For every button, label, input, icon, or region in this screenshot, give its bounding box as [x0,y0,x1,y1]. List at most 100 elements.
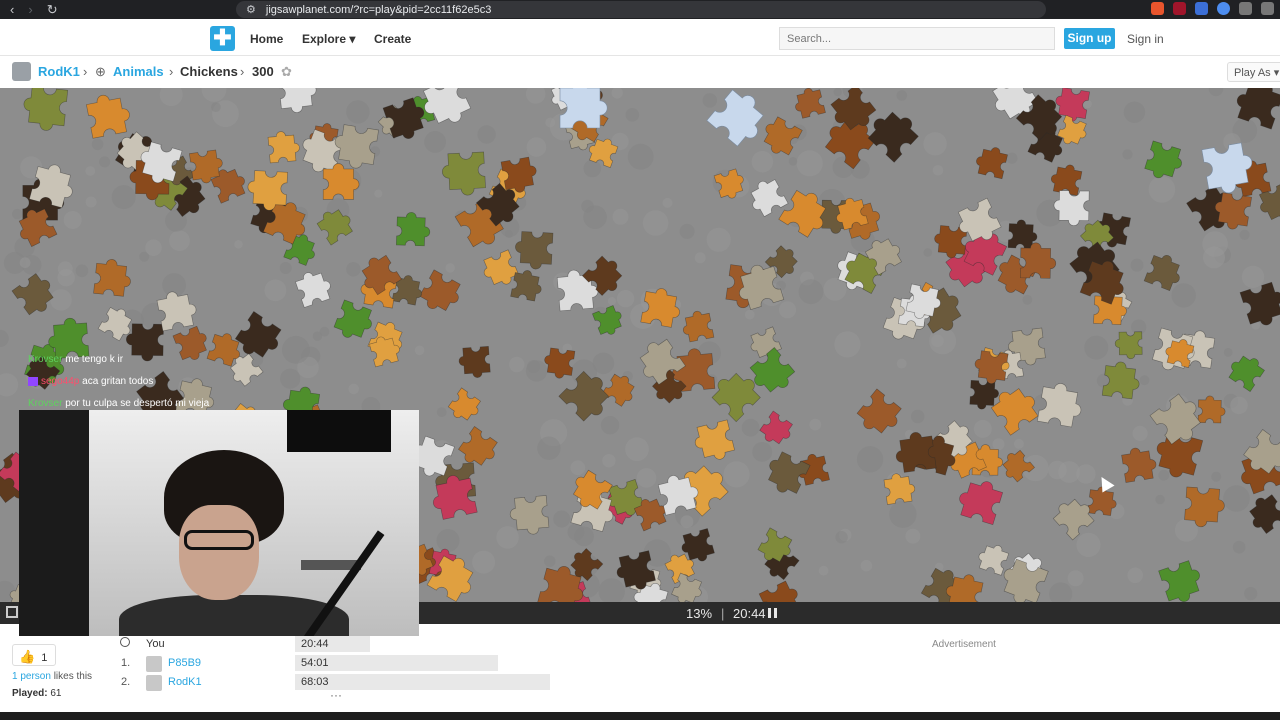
player-time: 68:03 [301,676,329,688]
puzzle-piece[interactable] [758,579,805,602]
player-avatar [146,675,162,691]
puzzle-piece[interactable] [1114,331,1143,360]
puzzle-piece[interactable] [458,346,491,378]
puzzle-piece[interactable] [955,475,1004,526]
brave-shield-icon[interactable] [1151,2,1164,15]
puzzle-piece[interactable] [1239,280,1280,329]
likes-text: 1 person likes this [12,671,92,682]
puzzle-piece[interactable] [446,387,484,426]
chat-text: aca gritan todos [82,376,154,387]
puzzle-piece[interactable] [1197,395,1226,424]
puzzle-piece[interactable] [267,130,301,164]
player-name[interactable]: RodK1 [168,676,202,688]
puzzle-piece[interactable] [294,267,335,308]
puzzle-piece[interactable] [1050,492,1098,541]
puzzle-piece[interactable] [1020,242,1057,279]
nav-explore[interactable]: Explore ▾ [302,32,355,46]
rank: 2. [121,676,131,688]
more-scores-button[interactable]: ··· [330,688,342,702]
puzzle-ext-icon[interactable] [1239,2,1252,15]
puzzle-piece[interactable] [854,388,906,441]
puzzle-piece[interactable] [247,170,288,211]
rewards-icon[interactable] [1173,2,1186,15]
puzzle-piece[interactable] [601,371,640,409]
chat-message: Krovser me tengo k ir [28,349,209,371]
puzzle-piece[interactable] [542,347,576,380]
breadcrumb-separator: › [83,64,88,79]
breadcrumb-separator: › [169,64,174,79]
breadcrumb-user[interactable]: RodK1 [38,64,80,79]
preview-toggle-icon[interactable] [6,606,18,618]
puzzle-piece[interactable] [510,268,545,302]
media-icon[interactable] [1261,2,1274,15]
puzzle-piece[interactable] [396,212,431,247]
chat-message: sego44p aca gritan todos [28,371,209,393]
puzzle-piece[interactable] [332,299,376,344]
played-label: Played: [12,688,48,699]
puzzle-piece[interactable] [1225,350,1267,393]
puzzle-piece[interactable] [322,163,360,200]
puzzle-piece[interactable] [514,231,554,270]
likes-people-link[interactable]: 1 person [12,671,51,682]
pause-icon[interactable] [768,608,777,618]
taskbar-strip [0,712,1280,720]
breadcrumb-category[interactable]: Animals [113,64,164,79]
reload-icon[interactable]: ↻ [47,0,58,19]
breadcrumb-puzzle: Chickens [180,64,238,79]
puzzle-piece[interactable] [792,88,826,119]
puzzle-piece[interactable] [744,175,789,219]
puzzle-piece[interactable] [974,144,1009,180]
profile-ext-icon[interactable] [1217,2,1230,15]
thumbs-up-icon: 👍 [19,649,36,664]
like-button[interactable]: 👍 1 [12,644,56,666]
rank: 1. [121,657,131,669]
signin-link[interactable]: Sign in [1127,32,1164,46]
puzzle-piece[interactable] [975,541,1010,576]
puzzle-piece[interactable] [706,88,773,151]
user-avatar[interactable] [12,62,31,81]
puzzle-piece[interactable] [85,91,132,139]
puzzle-piece[interactable] [680,309,715,343]
twitch-badge-icon [28,376,38,386]
nav-create[interactable]: Create [374,32,411,46]
you-time: 20:44 [301,638,329,650]
forward-icon[interactable]: › [28,0,32,19]
search-input[interactable] [779,27,1055,50]
puzzle-piece[interactable] [692,419,736,464]
puzzle-piece[interactable] [559,88,608,129]
puzzle-piece[interactable] [441,151,486,196]
puzzle-piece[interactable] [1158,559,1207,602]
leaderboard-row: 1. P85B9 54:01 [118,655,558,673]
elapsed-time: 20:44 [733,606,766,621]
breadcrumb-separator: › [240,64,245,79]
chat-text: me tengo k ir [65,354,124,365]
signup-button[interactable]: Sign up [1064,28,1115,49]
puzzle-piece[interactable] [93,258,133,297]
progress-percent: 13% [686,606,713,621]
clock-icon [120,637,130,647]
player-name[interactable]: P85B9 [168,657,201,669]
puzzle-piece[interactable] [417,269,465,318]
puzzle-piece[interactable] [21,88,69,132]
status-separator: | [721,606,725,621]
url-text: jigsawplanet.com/?rc=play&pid=2cc11f62e5… [265,3,492,16]
chat-text: por tu culpa se despertó mi vieja [65,398,210,409]
you-label: You [146,638,165,650]
piece-count: 300 [252,64,274,79]
breadcrumb: RodK1 › ⊕ Animals › Chickens › 300 ✿ Pla… [0,56,1280,88]
jigsawplanet-logo[interactable]: ✚ [210,26,235,51]
puzzle-piece[interactable] [277,88,318,114]
advertisement-label: Advertisement [932,639,996,650]
puzzle-piece[interactable] [1121,445,1158,483]
webcam-overlay [19,410,419,636]
site-info-icon[interactable]: ⚙ [246,3,256,16]
puzzle-piece[interactable] [479,249,520,291]
player-time: 54:01 [301,657,329,669]
back-icon[interactable]: ‹ [10,0,14,19]
address-bar[interactable]: ⚙ jigsawplanet.com/?rc=play&pid=2cc11f62… [236,1,1046,18]
extension-icon[interactable] [1195,2,1208,15]
puzzle-piece[interactable] [418,88,474,132]
nav-home[interactable]: Home [250,32,283,46]
play-as-dropdown[interactable]: Play As ▾ [1227,62,1280,82]
chat-user: sego44p [41,376,80,387]
